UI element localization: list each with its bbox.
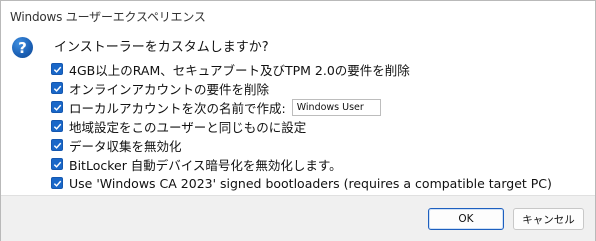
checkbox-disable-data-collection[interactable]	[51, 139, 63, 151]
option-label: BitLocker 自動デバイス暗号化を無効化します。	[69, 157, 342, 173]
option-label: オンラインアカウントの要件を削除	[69, 81, 270, 97]
title-bar[interactable]: Windows ユーザーエクスペリエンス	[1, 1, 595, 31]
option-label: Use 'Windows CA 2023' signed bootloaders…	[69, 175, 552, 191]
option-label: ローカルアカウントを次の名前で作成:	[69, 100, 286, 116]
checkbox-regional-settings[interactable]	[51, 120, 63, 132]
checkbox-remove-online-account[interactable]	[51, 82, 63, 94]
checkbox-remove-hw-requirements[interactable]	[51, 63, 63, 75]
local-account-name-input[interactable]	[291, 98, 381, 116]
checkbox-disable-bitlocker[interactable]	[51, 158, 63, 170]
dialog-question: インストーラーをカスタムしますか?	[54, 40, 269, 55]
window-title: Windows ユーザーエクスペリエンス	[10, 10, 206, 24]
option-create-local-account[interactable]: ローカルアカウントを次の名前で作成:	[51, 98, 381, 116]
checkbox-create-local-account[interactable]	[51, 101, 63, 113]
dialog-window: Windows ユーザーエクスペリエンス ? インストーラーをカスタムしますか?…	[0, 0, 596, 241]
option-disable-data-collection[interactable]: データ収集を無効化	[51, 136, 182, 154]
option-disable-bitlocker[interactable]: BitLocker 自動デバイス暗号化を無効化します。	[51, 155, 342, 173]
checkbox-ca2023-bootloaders[interactable]	[51, 177, 63, 189]
dialog-content: ? インストーラーをカスタムしますか? 4GB以上のRAM、セキュアブート及びT…	[1, 31, 595, 195]
question-icon: ?	[12, 37, 33, 58]
option-label: 4GB以上のRAM、セキュアブート及びTPM 2.0の要件を削除	[69, 62, 410, 78]
cancel-button[interactable]: キャンセル	[513, 208, 584, 230]
option-label: 地域設定をこのユーザーと同じものに設定	[69, 119, 307, 135]
option-remove-hw-requirements[interactable]: 4GB以上のRAM、セキュアブート及びTPM 2.0の要件を削除	[51, 60, 410, 78]
option-label: データ収集を無効化	[69, 138, 182, 154]
option-remove-online-account[interactable]: オンラインアカウントの要件を削除	[51, 79, 269, 97]
option-regional-settings[interactable]: 地域設定をこのユーザーと同じものに設定	[51, 117, 306, 135]
option-ca2023-bootloaders[interactable]: Use 'Windows CA 2023' signed bootloaders…	[51, 174, 552, 192]
ok-button[interactable]: OK	[428, 208, 504, 230]
dialog-footer: OK キャンセル	[1, 195, 595, 241]
